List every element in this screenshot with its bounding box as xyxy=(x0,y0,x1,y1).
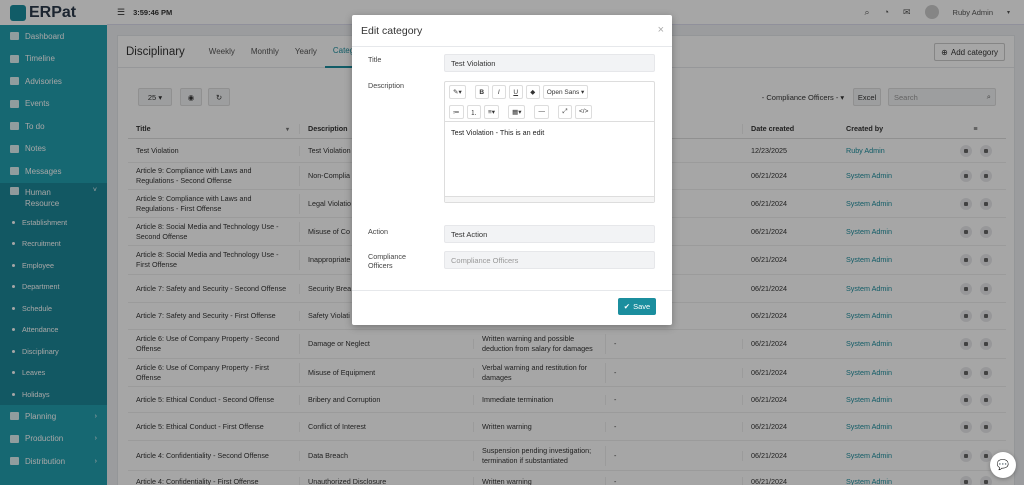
check-circle-icon: ✔ xyxy=(623,302,631,311)
fullscreen-icon[interactable]: ⤢ xyxy=(557,104,572,119)
action-input[interactable]: Test Action xyxy=(444,225,655,243)
bold-button[interactable]: B xyxy=(474,85,489,99)
editor-content[interactable]: Test Violation - This is an edit xyxy=(445,122,654,143)
description-editor: ✎▾ B I U ◆ Open Sans ▾ ≔ ⒈ ≡▾ ▦▾ — ⤢ </>… xyxy=(444,81,655,203)
magic-wand-icon[interactable]: ✎▾ xyxy=(449,85,466,99)
horizontal-rule-icon[interactable]: — xyxy=(534,104,549,119)
eraser-icon[interactable]: ◆ xyxy=(525,85,540,99)
italic-button[interactable]: I xyxy=(491,85,506,99)
code-view-icon[interactable]: </> xyxy=(574,104,593,119)
compliance-officers-label: Compliance Officers xyxy=(368,252,406,270)
bullet-list-icon[interactable]: ≔ xyxy=(449,104,464,119)
action-label: Action xyxy=(368,227,388,236)
title-input[interactable]: Test Violation xyxy=(444,54,655,72)
underline-button[interactable]: U xyxy=(508,85,523,99)
save-label: Save xyxy=(633,302,651,311)
align-icon[interactable]: ≡▾ xyxy=(484,104,500,119)
description-label: Description xyxy=(368,81,404,90)
compliance-officers-select[interactable]: Compliance Officers xyxy=(444,251,655,269)
resize-handle[interactable] xyxy=(445,196,654,202)
save-button[interactable]: ✔ Save xyxy=(618,298,656,315)
chat-icon: 💬 xyxy=(996,459,1010,471)
close-icon[interactable]: × xyxy=(658,24,664,36)
modal-title: Edit category xyxy=(361,24,423,37)
ordered-list-icon[interactable]: ⒈ xyxy=(466,104,481,119)
modal-footer-divider xyxy=(352,290,672,291)
table-icon[interactable]: ▦▾ xyxy=(508,104,526,119)
font-name: Open Sans xyxy=(546,88,580,96)
font-family-select[interactable]: Open Sans ▾ xyxy=(542,85,589,99)
edit-category-modal: Edit category × Title Test Violation Des… xyxy=(352,15,672,325)
chat-bubble-button[interactable]: 💬 xyxy=(990,452,1016,478)
title-label: Title xyxy=(368,55,382,64)
